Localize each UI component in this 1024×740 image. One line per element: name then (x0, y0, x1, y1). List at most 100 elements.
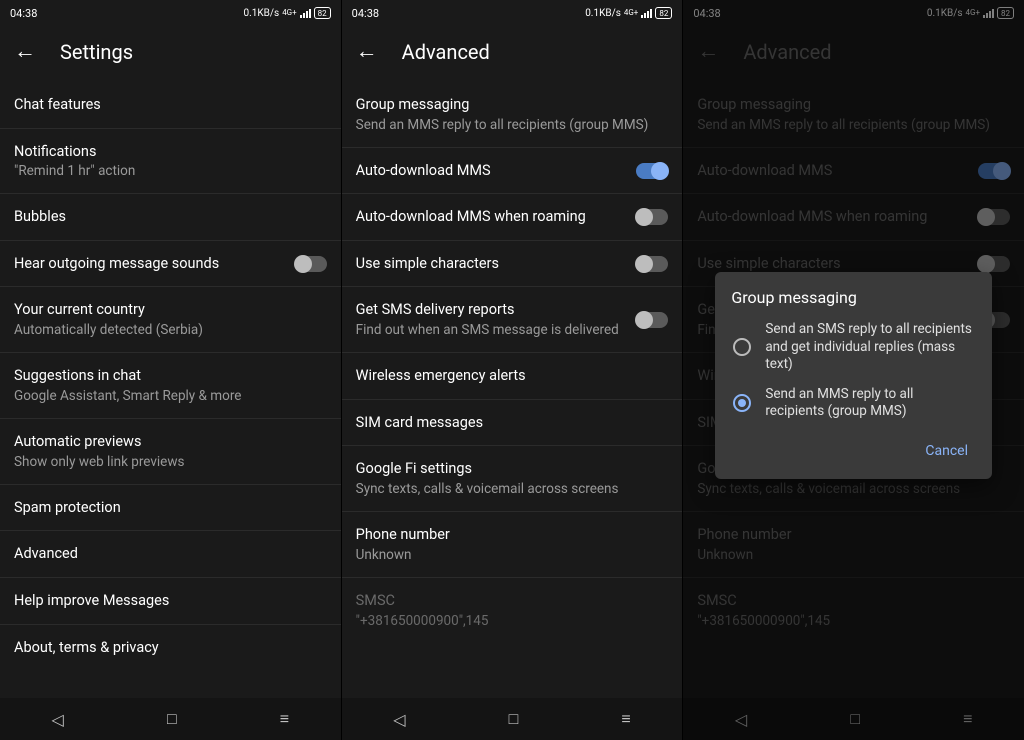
list-item[interactable]: SIM card messages (342, 400, 683, 447)
list-item[interactable]: Wireless emergency alerts (342, 353, 683, 400)
status-right: 0.1KB/s 4G+ 82 (244, 7, 331, 19)
status-time: 04:38 (10, 7, 37, 20)
list-item-text: Advanced (14, 544, 327, 564)
list-item-title: Automatic previews (14, 432, 327, 452)
toggle-switch[interactable] (636, 256, 668, 272)
status-time: 04:38 (352, 7, 379, 20)
nav-back-icon[interactable]: ◁ (52, 710, 64, 729)
status-net-gen: 4G+ (282, 9, 296, 17)
list-item-title: Notifications (14, 142, 327, 162)
list-item-text: Spam protection (14, 498, 327, 518)
list-item-title: Your current country (14, 300, 327, 320)
list-item-title: SMSC (356, 591, 669, 611)
list-item-title: Bubbles (14, 207, 327, 227)
list-item[interactable]: Help improve Messages (0, 578, 341, 625)
list-item-text: Get SMS delivery reportsFind out when an… (356, 300, 627, 339)
list-item[interactable]: Auto-download MMS when roaming (342, 194, 683, 241)
list-item[interactable]: Bubbles (0, 194, 341, 241)
battery-icon: 82 (314, 7, 331, 19)
nav-home-icon[interactable]: □ (167, 709, 177, 729)
list-item[interactable]: Phone numberUnknown (342, 512, 683, 578)
list-item-title: Spam protection (14, 498, 327, 518)
status-net-gen: 4G+ (624, 9, 638, 17)
screen-advanced: 04:38 0.1KB/s 4G+ 82 ← Advanced Group me… (342, 0, 684, 740)
dialog-option-label: Send an SMS reply to all recipients and … (765, 321, 974, 374)
list-item-text: SMSC"+381650000900",145 (356, 591, 669, 630)
list-item[interactable]: Get SMS delivery reportsFind out when an… (342, 287, 683, 353)
list-item-subtitle: Send an MMS reply to all recipients (gro… (356, 116, 669, 134)
list-item-subtitle: Unknown (356, 546, 669, 564)
list-item[interactable]: Hear outgoing message sounds (0, 241, 341, 288)
list-item-text: Hear outgoing message sounds (14, 254, 285, 274)
list-item[interactable]: SMSC"+381650000900",145 (342, 578, 683, 643)
app-bar: ← Settings (0, 26, 341, 82)
toggle-switch[interactable] (636, 163, 668, 179)
list-item[interactable]: Suggestions in chatGoogle Assistant, Sma… (0, 353, 341, 419)
signal-icon (641, 9, 652, 18)
list-item[interactable]: Group messagingSend an MMS reply to all … (342, 82, 683, 148)
nav-recents-icon[interactable]: ≡ (621, 709, 630, 729)
battery-icon: 82 (655, 7, 672, 19)
list-item-text: Use simple characters (356, 254, 627, 274)
list-item[interactable]: Auto-download MMS (342, 148, 683, 195)
list-item-text: Your current countryAutomatically detect… (14, 300, 327, 339)
dialog-title: Group messaging (731, 288, 976, 307)
list-item-text: Help improve Messages (14, 591, 327, 611)
list-item-text: Automatic previewsShow only web link pre… (14, 432, 327, 471)
list-item-title: Suggestions in chat (14, 366, 327, 386)
status-net-speed: 0.1KB/s (244, 8, 280, 19)
toggle-switch[interactable] (295, 256, 327, 272)
settings-list: Chat features Notifications"Remind 1 hr" … (0, 82, 341, 698)
screen-settings: 04:38 0.1KB/s 4G+ 82 ← Settings Chat fea… (0, 0, 342, 740)
list-item[interactable]: Chat features (0, 82, 341, 129)
list-item-subtitle: "+381650000900",145 (356, 612, 669, 630)
list-item-text: SIM card messages (356, 413, 669, 433)
list-item[interactable]: Automatic previewsShow only web link pre… (0, 419, 341, 485)
list-item-title: Auto-download MMS when roaming (356, 207, 627, 227)
list-item-text: Chat features (14, 95, 327, 115)
list-item-text: Suggestions in chatGoogle Assistant, Sma… (14, 366, 327, 405)
list-item-subtitle: Find out when an SMS message is delivere… (356, 321, 627, 339)
list-item-title: About, terms & privacy (14, 638, 327, 658)
nav-recents-icon[interactable]: ≡ (280, 709, 289, 729)
toggle-switch[interactable] (636, 209, 668, 225)
screen-advanced-dialog: 04:38 0.1KB/s 4G+ 82 ← Advanced Group me… (683, 0, 1024, 740)
list-item[interactable]: About, terms & privacy (0, 625, 341, 671)
list-item-title: Google Fi settings (356, 459, 669, 479)
radio-unselected-icon (733, 338, 751, 356)
radio-selected-icon (733, 394, 751, 412)
nav-home-icon[interactable]: □ (509, 709, 519, 729)
nav-bar: ◁ □ ≡ (342, 698, 683, 740)
list-item-subtitle: Google Assistant, Smart Reply & more (14, 387, 327, 405)
list-item[interactable]: Advanced (0, 531, 341, 578)
list-item-title: SIM card messages (356, 413, 669, 433)
back-arrow-icon[interactable]: ← (14, 41, 36, 63)
list-item[interactable]: Notifications"Remind 1 hr" action (0, 129, 341, 195)
list-item-title: Phone number (356, 525, 669, 545)
list-item-text: Group messagingSend an MMS reply to all … (356, 95, 669, 134)
signal-icon (300, 9, 311, 18)
list-item-text: About, terms & privacy (14, 638, 327, 658)
advanced-list: Group messagingSend an MMS reply to all … (342, 82, 683, 698)
toggle-switch[interactable] (636, 312, 668, 328)
dialog-option-group-mms[interactable]: Send an MMS reply to all recipients (gro… (731, 380, 976, 427)
list-item-text: Auto-download MMS when roaming (356, 207, 627, 227)
back-arrow-icon[interactable]: ← (356, 41, 378, 63)
list-item[interactable]: Your current countryAutomatically detect… (0, 287, 341, 353)
list-item-title: Group messaging (356, 95, 669, 115)
list-item-title: Get SMS delivery reports (356, 300, 627, 320)
list-item-text: Google Fi settingsSync texts, calls & vo… (356, 459, 669, 498)
list-item-subtitle: Show only web link previews (14, 453, 327, 471)
dialog-option-mass-text[interactable]: Send an SMS reply to all recipients and … (731, 315, 976, 380)
list-item-title: Use simple characters (356, 254, 627, 274)
dialog-actions: Cancel (731, 439, 976, 463)
list-item-title: Auto-download MMS (356, 161, 627, 181)
list-item-subtitle: "Remind 1 hr" action (14, 162, 327, 180)
list-item-title: Hear outgoing message sounds (14, 254, 285, 274)
list-item[interactable]: Use simple characters (342, 241, 683, 288)
list-item[interactable]: Google Fi settingsSync texts, calls & vo… (342, 446, 683, 512)
list-item[interactable]: Spam protection (0, 485, 341, 532)
cancel-button[interactable]: Cancel (917, 439, 976, 463)
nav-back-icon[interactable]: ◁ (393, 710, 405, 729)
dialog-option-label: Send an MMS reply to all recipients (gro… (765, 386, 974, 421)
